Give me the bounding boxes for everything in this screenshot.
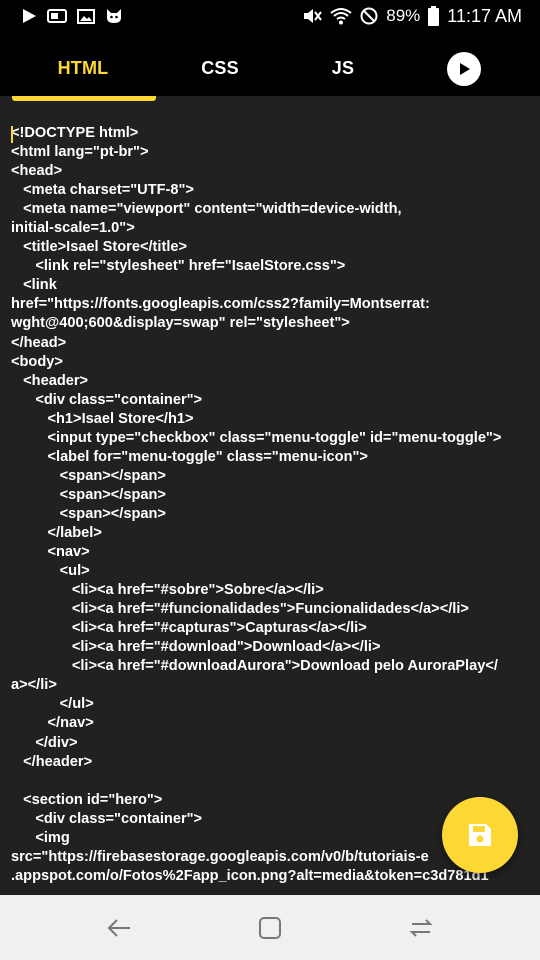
code-line: <div class="container"> bbox=[11, 391, 203, 408]
code-line: <html lang="pt-br"> bbox=[11, 144, 149, 161]
back-icon bbox=[107, 919, 130, 937]
code-line: <span></span> bbox=[11, 505, 166, 522]
mute-icon bbox=[302, 7, 323, 25]
save-button[interactable] bbox=[442, 797, 518, 873]
code-line: initial-scale=1.0"> bbox=[11, 220, 135, 237]
active-tab-indicator bbox=[12, 96, 156, 101]
code-line: <li><a href="#sobre">Sobre</a></li> bbox=[11, 582, 324, 599]
clock: 11:17 AM bbox=[447, 5, 522, 26]
cat-icon bbox=[105, 8, 123, 24]
play-icon bbox=[460, 63, 470, 75]
code-line: <li><a href="#downloadAurora">Download p… bbox=[11, 658, 498, 675]
tab-js[interactable]: JS bbox=[260, 32, 426, 96]
code-line: .appspot.com/o/Fotos%2Fapp_icon.png?alt=… bbox=[11, 867, 489, 884]
code-line: <input type="checkbox" class="menu-toggl… bbox=[11, 429, 502, 446]
code-line: <span></span> bbox=[11, 467, 166, 484]
wifi-icon bbox=[330, 7, 352, 25]
blocked-icon bbox=[360, 7, 378, 25]
home-icon bbox=[259, 917, 281, 939]
code-line: <link bbox=[11, 277, 57, 294]
status-bar: 89% 11:17 AM bbox=[0, 0, 540, 32]
code-line: wght@400;600&display=swap" rel="styleshe… bbox=[11, 315, 350, 332]
code-line: <title>Isael Store</title> bbox=[11, 239, 188, 256]
code-line: <label for="menu-toggle" class="menu-ico… bbox=[11, 448, 368, 465]
code-line: </label> bbox=[11, 524, 102, 541]
code-line: </head> bbox=[11, 334, 67, 351]
code-line: <head> bbox=[11, 163, 63, 180]
code-line: href="https://fonts.googleapis.com/css2?… bbox=[11, 296, 430, 313]
code-line: <!DOCTYPE html> bbox=[11, 125, 139, 141]
image-icon bbox=[77, 8, 95, 24]
code-line: <h1>Isael Store</h1> bbox=[11, 410, 194, 427]
html-code-editor[interactable]: <!DOCTYPE html> <html lang="pt-br"> <head>… bbox=[11, 124, 533, 886]
code-line: <link rel="stylesheet" href="IsaelStore.… bbox=[11, 258, 346, 275]
play-store-icon bbox=[22, 8, 37, 24]
code-line: <ul> bbox=[11, 563, 90, 580]
battery-saver-icon bbox=[47, 9, 67, 23]
code-line: <li><a href="#funcionalidades">Funcional… bbox=[11, 601, 469, 618]
code-line: </header> bbox=[11, 753, 93, 770]
back-button[interactable] bbox=[104, 913, 134, 943]
text-cursor bbox=[11, 126, 13, 143]
code-line: <span></span> bbox=[11, 486, 166, 503]
code-line: <header> bbox=[11, 372, 89, 389]
code-line: <meta charset="UTF-8"> bbox=[11, 182, 194, 199]
code-line: <li><a href="#capturas">Capturas</a></li… bbox=[11, 620, 367, 637]
battery-icon bbox=[428, 6, 440, 26]
code-line: </ul> bbox=[11, 696, 94, 713]
home-button[interactable] bbox=[255, 913, 285, 943]
system-navigation-bar bbox=[0, 895, 540, 960]
code-line: <nav> bbox=[11, 544, 90, 561]
battery-percent: 89% bbox=[386, 6, 421, 25]
recents-icon bbox=[409, 919, 433, 937]
code-line: </nav> bbox=[11, 715, 94, 732]
editor-tab-bar: HTML CSS JS bbox=[0, 32, 540, 96]
recents-button[interactable] bbox=[406, 913, 436, 943]
code-line: <meta name="viewport" content="width=dev… bbox=[11, 201, 402, 218]
code-line: <li><a href="#download">Download</a></li… bbox=[11, 639, 381, 656]
code-line: a></li> bbox=[11, 677, 57, 694]
code-line: </div> bbox=[11, 734, 78, 751]
code-line: <body> bbox=[11, 353, 63, 370]
run-button[interactable] bbox=[447, 52, 481, 86]
save-icon bbox=[469, 824, 491, 846]
